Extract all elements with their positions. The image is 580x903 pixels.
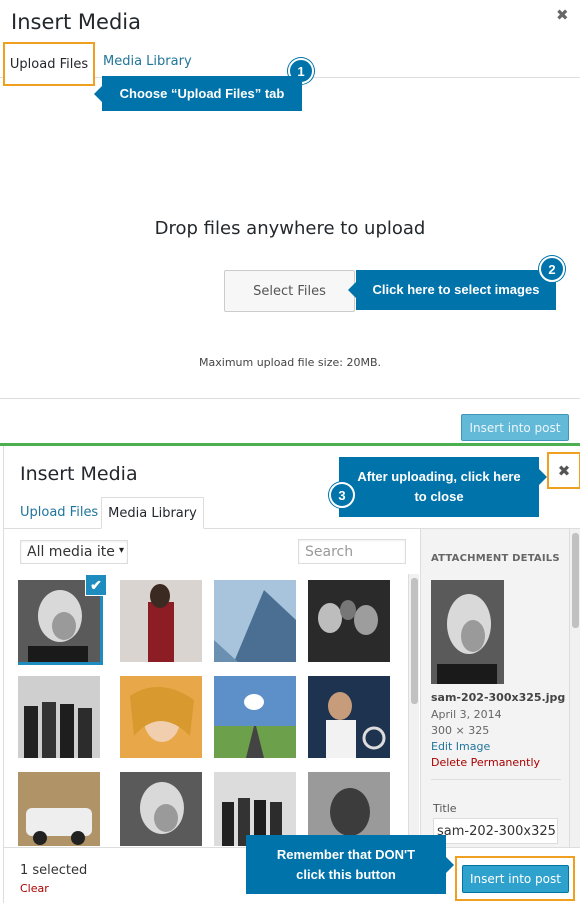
selection-count: 1 selected <box>20 863 88 878</box>
edit-image-link[interactable]: Edit Image <box>431 740 490 753</box>
checkmark-icon[interactable]: ✔ <box>85 574 107 596</box>
close-icon[interactable]: ✖ <box>547 452 580 489</box>
media-thumbnail[interactable] <box>214 580 296 662</box>
callout-text: Remember that DON'T click this button <box>276 846 416 882</box>
modal-title: Insert Media <box>11 10 141 34</box>
tab-upload-files[interactable]: Upload Files <box>3 42 95 86</box>
callout-arrow <box>348 282 356 298</box>
tab-upload-files[interactable]: Upload Files <box>20 505 98 520</box>
max-upload-size: Maximum upload file size: 20MB. <box>199 356 381 369</box>
skyscraper-image <box>214 580 296 662</box>
step-badge-2: 2 <box>539 256 565 282</box>
media-thumbnail[interactable] <box>214 676 296 758</box>
search-placeholder: Search <box>305 543 354 560</box>
clear-selection-link[interactable]: Clear <box>20 882 49 895</box>
grid-scrollbar[interactable] <box>408 574 419 846</box>
tab-media-library[interactable]: Media Library <box>101 497 204 529</box>
drop-files-text: Drop files anywhere to upload <box>154 218 426 239</box>
road-sky-image <box>214 676 296 758</box>
scrollbar-thumb[interactable] <box>411 578 418 704</box>
title-field[interactable]: sam-202-300x325 <box>433 818 558 844</box>
attachment-filename: sam-202-300x325.jpg <box>431 691 566 704</box>
attachment-dimensions: 300 × 325 <box>431 724 490 737</box>
media-type-filter[interactable]: All media ite ▾ <box>20 540 128 564</box>
insert-into-post-button[interactable]: Insert into post <box>461 414 569 441</box>
media-thumbnail[interactable] <box>308 580 390 662</box>
blonde-hair-image <box>120 676 202 758</box>
callout-arrow <box>539 469 547 485</box>
attachment-details-sidebar: ATTACHMENT DETAILS sam-202-300x325.jpg A… <box>420 529 580 847</box>
callout-select-images: Click here to select images <box>348 270 556 310</box>
group-photo-image <box>18 676 100 758</box>
details-separator <box>431 779 561 780</box>
band-portrait-image <box>308 580 390 662</box>
tab-label: Upload Files <box>9 56 89 72</box>
attachment-date: April 3, 2014 <box>431 708 502 721</box>
insert-into-post-button[interactable]: Insert into post <box>462 865 569 893</box>
callout-text: Click here to select images <box>372 282 540 297</box>
chevron-down-icon: ▾ <box>118 545 124 556</box>
tab-label: Media Library <box>108 505 197 521</box>
upload-files-panel: Insert Media ✖ Upload Files Media Librar… <box>0 0 580 443</box>
media-thumbnail[interactable] <box>18 676 100 758</box>
close-glyph: ✖ <box>557 461 571 480</box>
callout-text: After uploading, click here to close <box>357 469 521 504</box>
attachment-preview <box>431 580 504 684</box>
media-grid <box>18 580 396 846</box>
callout-arrow <box>446 857 454 873</box>
media-thumbnail[interactable] <box>120 676 202 758</box>
attachment-details-header: ATTACHMENT DETAILS <box>431 553 560 564</box>
blonde-portrait-image <box>431 580 504 684</box>
blonde-portrait-image <box>120 772 202 846</box>
select-files-button[interactable]: Select Files <box>224 270 355 312</box>
close-icon[interactable]: ✖ <box>556 6 569 24</box>
tab-media-library[interactable]: Media Library <box>103 54 192 69</box>
callout-text: Choose “Upload Files” tab <box>119 85 285 101</box>
media-thumbnail[interactable] <box>120 580 202 662</box>
filter-value: All media ite <box>27 544 115 560</box>
title-label: Title <box>433 802 457 815</box>
callout-arrow <box>94 86 102 102</box>
search-input[interactable]: Search <box>298 539 406 564</box>
tennis-player-image <box>308 676 390 758</box>
rally-car-image <box>18 772 100 846</box>
delete-permanently-link[interactable]: Delete Permanently <box>431 756 540 769</box>
media-thumbnail[interactable] <box>120 772 202 846</box>
callout-click-close: After uploading, click here to close <box>339 457 547 517</box>
scrollbar-thumb[interactable] <box>572 533 579 628</box>
callout-dont-click: Remember that DON'T click this button <box>246 835 454 894</box>
media-thumbnail[interactable] <box>308 676 390 758</box>
media-thumbnail[interactable] <box>18 772 100 846</box>
woman-red-coat-image <box>120 580 202 662</box>
sidebar-scrollbar[interactable] <box>569 529 580 847</box>
modal-title: Insert Media <box>20 463 138 485</box>
step-badge-3: 3 <box>329 482 355 508</box>
callout-choose-upload-tab: Choose “Upload Files” tab <box>94 76 302 111</box>
media-library-panel: Insert Media ✖ After uploading, click he… <box>3 446 580 903</box>
